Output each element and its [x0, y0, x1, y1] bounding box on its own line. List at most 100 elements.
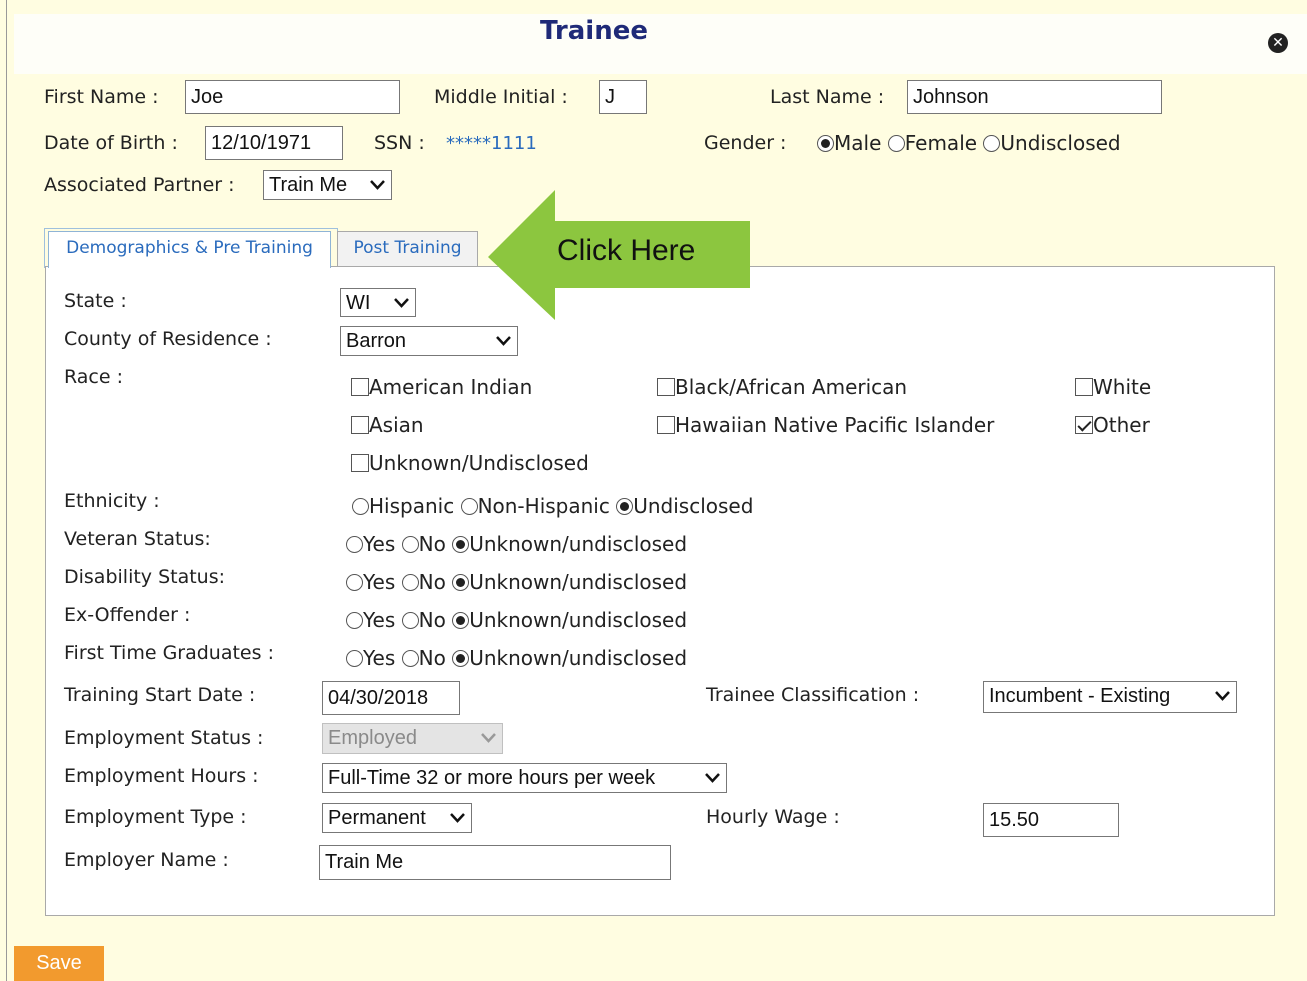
last-name-input[interactable]: Johnson	[907, 80, 1162, 114]
save-button[interactable]: Save	[14, 946, 104, 981]
chevron-down-icon	[705, 773, 720, 783]
race-option-label: American Indian	[369, 375, 533, 399]
gender-radio-group: Male Female Undisclosed	[817, 131, 1121, 155]
state-select[interactable]: WI	[340, 288, 416, 317]
race-checkbox[interactable]	[657, 378, 675, 396]
firsttime-yes-radio[interactable]	[346, 650, 363, 667]
employer-label: Employer Name :	[64, 849, 229, 871]
emp-type-label: Employment Type :	[64, 806, 247, 828]
firsttime-no-radio[interactable]	[401, 650, 419, 667]
race-checkbox[interactable]	[351, 378, 369, 396]
chevron-down-icon	[370, 180, 385, 190]
race-option-label: Hawaiian Native Pacific Islander	[675, 413, 995, 437]
partner-select[interactable]: Train Me	[263, 170, 392, 200]
race-option[interactable]: White	[1075, 375, 1151, 399]
last-name-label: Last Name :	[770, 86, 885, 108]
partner-select-value: Train Me	[269, 174, 348, 196]
emp-status-select-value: Employed	[328, 727, 417, 749]
dialog-title: Trainee	[540, 16, 648, 46]
gender-male-radio[interactable]	[817, 135, 834, 152]
county-select[interactable]: Barron	[340, 326, 518, 356]
wage-label: Hourly Wage :	[706, 806, 840, 828]
race-option[interactable]: Other	[1075, 413, 1150, 437]
start-date-input[interactable]: 04/30/2018	[322, 681, 460, 715]
race-option-label: Black/African American	[675, 375, 908, 399]
ethnicity-label: Ethnicity :	[64, 490, 160, 512]
veteran-no-radio[interactable]	[401, 536, 419, 553]
race-option[interactable]: Hawaiian Native Pacific Islander	[657, 413, 994, 437]
classification-select-value: Incumbent - Existing	[989, 685, 1171, 707]
emp-status-select: Employed	[322, 723, 503, 754]
firsttime-unknown-radio[interactable]	[452, 650, 470, 667]
race-option[interactable]: Asian	[351, 413, 424, 437]
ethnicity-radio[interactable]	[616, 498, 634, 515]
gender-undisclosed-radio[interactable]	[983, 135, 1001, 152]
option-label: Unknown/undisclosed	[469, 532, 688, 556]
disability-yes-radio[interactable]	[346, 574, 363, 591]
ssn-label: SSN :	[374, 132, 425, 154]
emp-hours-select-value: Full-Time 32 or more hours per week	[328, 767, 656, 789]
firsttime-radio-group: Yes No Unknown/undisclosed	[346, 646, 687, 670]
option-label: Unknown/undisclosed	[469, 608, 688, 632]
race-checkbox[interactable]	[351, 454, 369, 472]
close-icon[interactable]: ✕	[1268, 33, 1288, 53]
ethnicity-option-label: Hispanic	[369, 494, 455, 518]
race-option-label: Other	[1093, 413, 1150, 437]
exoffender-unknown-radio[interactable]	[452, 612, 470, 629]
disability-no-radio[interactable]	[401, 574, 419, 591]
dob-input[interactable]: 12/10/1971	[205, 126, 343, 160]
chevron-down-icon	[481, 733, 496, 743]
race-checkbox[interactable]	[1075, 378, 1093, 396]
race-option-label: Unknown/Undisclosed	[369, 451, 589, 475]
option-label: No	[418, 570, 446, 594]
race-checkbox[interactable]	[1075, 416, 1093, 434]
gender-label: Gender :	[704, 132, 787, 154]
race-checkbox[interactable]	[351, 416, 369, 434]
gender-undisclosed-label: Undisclosed	[1000, 131, 1121, 155]
chevron-down-icon	[394, 298, 409, 308]
disability-label: Disability Status:	[64, 566, 226, 588]
race-checkbox[interactable]	[657, 416, 675, 434]
emp-type-select[interactable]: Permanent	[322, 803, 472, 833]
race-option[interactable]: Black/African American	[657, 375, 907, 399]
race-option[interactable]: Unknown/Undisclosed	[351, 451, 589, 475]
tab-demographics[interactable]: Demographics & Pre Training	[48, 231, 331, 268]
chevron-down-icon	[496, 336, 511, 346]
start-date-label: Training Start Date :	[64, 684, 256, 706]
race-option[interactable]: American Indian	[351, 375, 532, 399]
county-select-value: Barron	[346, 330, 407, 352]
ethnicity-radio[interactable]	[352, 498, 369, 515]
county-label: County of Residence :	[64, 328, 272, 350]
state-select-value: WI	[346, 292, 371, 314]
gender-male-label: Male	[834, 131, 882, 155]
veteran-unknown-radio[interactable]	[452, 536, 470, 553]
veteran-yes-radio[interactable]	[346, 536, 363, 553]
exoffender-no-radio[interactable]	[401, 612, 419, 629]
tab-post-training[interactable]: Post Training	[337, 231, 478, 267]
classification-label: Trainee Classification :	[706, 684, 920, 706]
ethnicity-radio[interactable]	[460, 498, 478, 515]
exoffender-yes-radio[interactable]	[346, 612, 363, 629]
employer-input[interactable]: Train Me	[319, 845, 671, 880]
first-name-input[interactable]: Joe	[185, 80, 400, 114]
gender-female-radio[interactable]	[887, 135, 905, 152]
wage-input[interactable]: 15.50	[983, 803, 1119, 837]
emp-hours-select[interactable]: Full-Time 32 or more hours per week	[322, 763, 727, 793]
exoffender-label: Ex-Offender :	[64, 604, 191, 626]
ethnicity-option-label: Non-Hispanic	[477, 494, 610, 518]
disability-unknown-radio[interactable]	[452, 574, 470, 591]
classification-select[interactable]: Incumbent - Existing	[983, 681, 1237, 713]
option-label: No	[418, 532, 446, 556]
window-border	[6, 0, 7, 981]
option-label: Yes	[363, 608, 396, 632]
first-name-label: First Name :	[44, 86, 159, 108]
race-label: Race :	[64, 366, 124, 388]
state-label: State :	[64, 290, 127, 312]
veteran-radio-group: Yes No Unknown/undisclosed	[346, 532, 687, 556]
middle-initial-input[interactable]: J	[599, 80, 647, 114]
chevron-down-icon	[1215, 691, 1230, 701]
ethnicity-radio-group: Hispanic Non-Hispanic Undisclosed	[352, 494, 753, 518]
exoffender-radio-group: Yes No Unknown/undisclosed	[346, 608, 687, 632]
dob-label: Date of Birth :	[44, 132, 178, 154]
option-label: Yes	[363, 646, 396, 670]
